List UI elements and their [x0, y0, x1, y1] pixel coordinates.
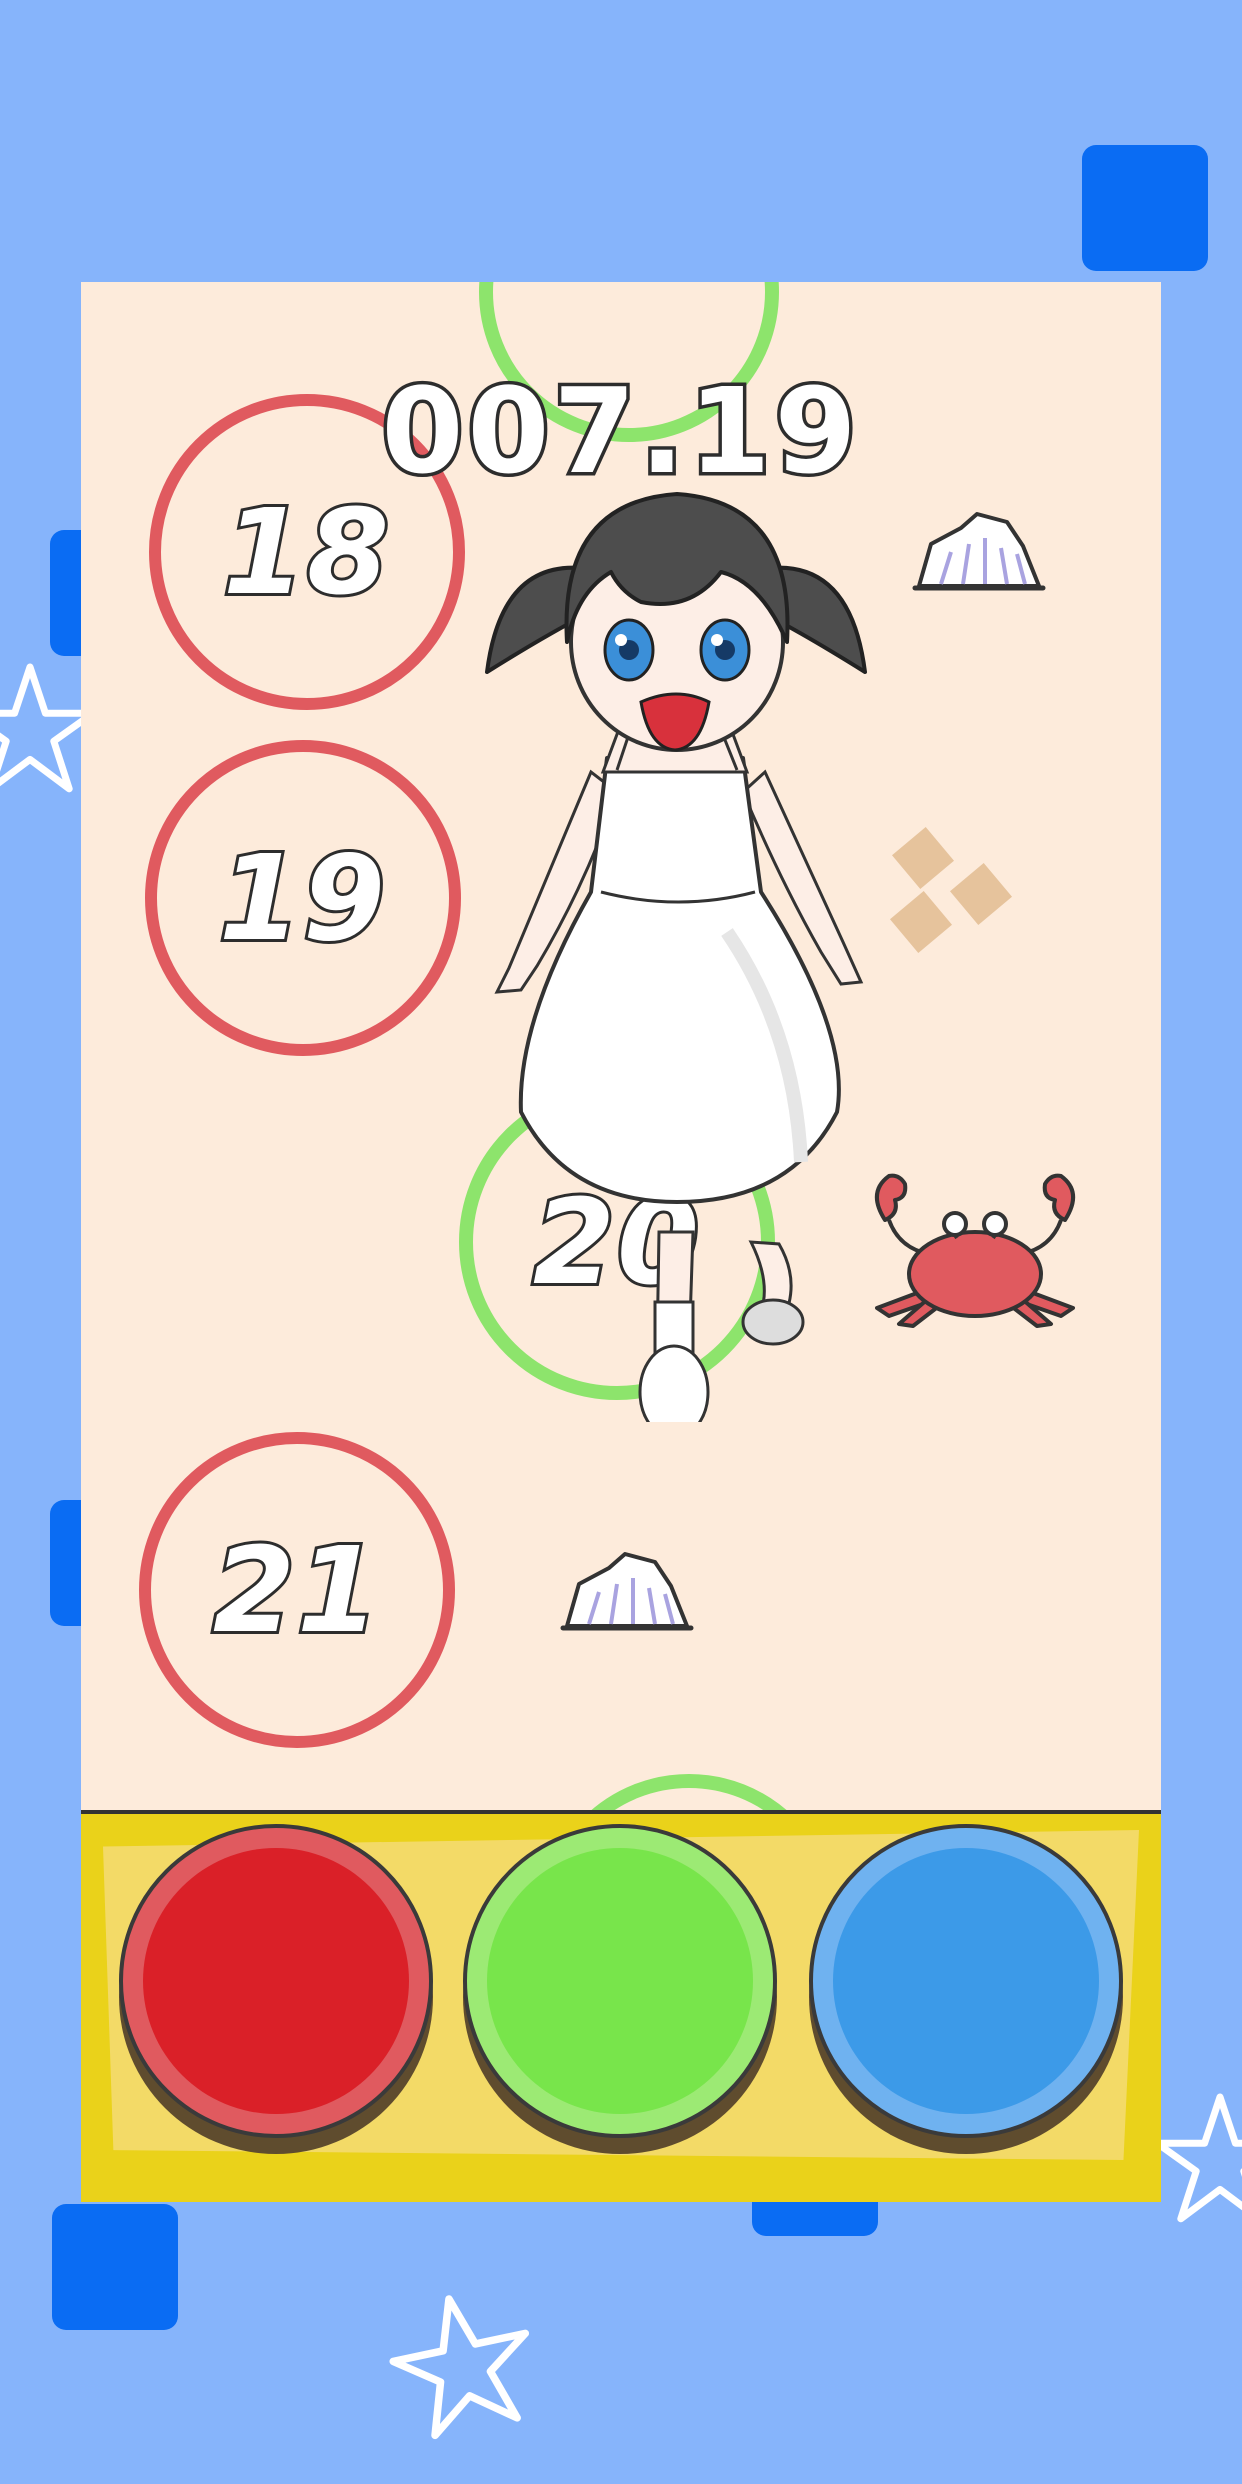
green-button-face [487, 1848, 753, 2114]
girl-character [485, 492, 867, 1422]
blue-button[interactable] [809, 1824, 1123, 2138]
control-panel [81, 1810, 1161, 2202]
seashell-icon [912, 512, 1046, 591]
decor-square-top-right [1082, 145, 1208, 271]
tile-number: 21 [210, 1518, 382, 1662]
red-button-face [143, 1848, 409, 2114]
star-outline-icon [1153, 2093, 1242, 2223]
green-button[interactable] [463, 1824, 777, 2138]
number-tile: 21 [139, 1432, 455, 1748]
timer-display: 007.19 [378, 359, 861, 504]
star-outline-icon [389, 2295, 530, 2440]
decor-square-bottom-left [52, 2204, 178, 2330]
blue-button-face [833, 1848, 1099, 2114]
seashell-icon [560, 1552, 694, 1631]
red-button[interactable] [119, 1824, 433, 2138]
game-playfield: 18 19 20 21 007.19 [81, 282, 1161, 2202]
